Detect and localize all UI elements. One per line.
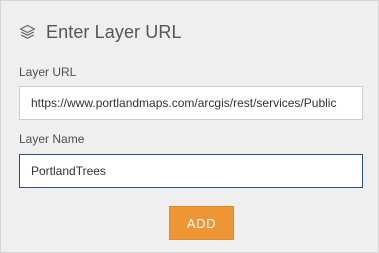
panel-title: Enter Layer URL — [46, 21, 182, 42]
enter-layer-url-panel: Enter Layer URL Layer URL Layer Name ADD — [0, 0, 379, 253]
layers-icon — [19, 24, 36, 41]
add-button[interactable]: ADD — [169, 206, 234, 240]
layer-name-input[interactable] — [19, 154, 363, 188]
layer-url-input[interactable] — [19, 86, 363, 120]
layer-name-label: Layer Name — [19, 132, 85, 146]
layer-url-label: Layer URL — [19, 65, 77, 79]
panel-header: Enter Layer URL — [19, 19, 182, 45]
